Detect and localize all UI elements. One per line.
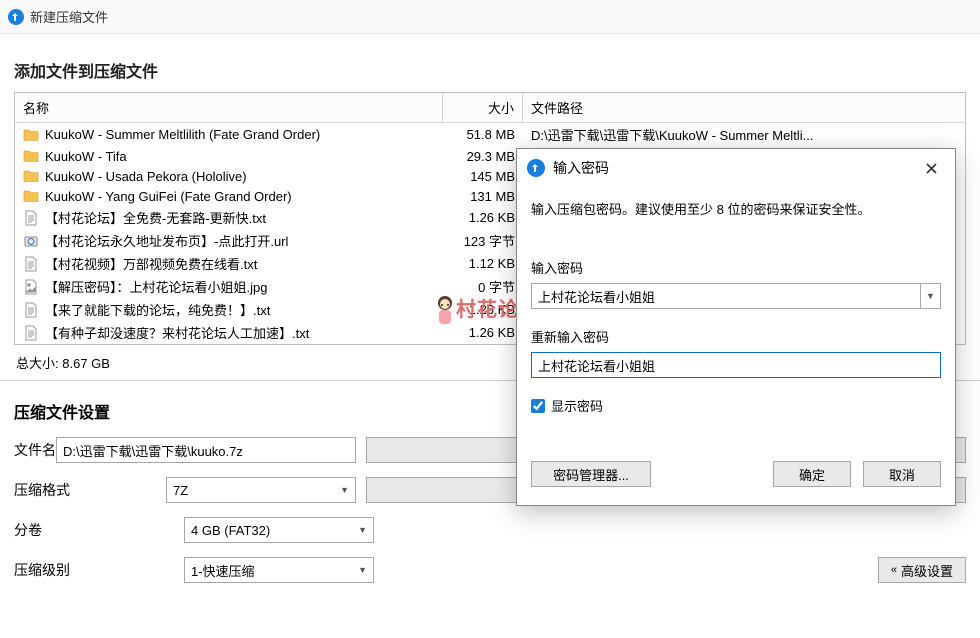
- col-path[interactable]: 文件路径: [523, 93, 965, 122]
- chevron-down-icon: ▼: [358, 565, 367, 575]
- col-name[interactable]: 名称: [15, 93, 443, 122]
- level-select[interactable]: 1-快速压缩 ▼: [184, 557, 374, 583]
- file-size: 131 MB: [443, 187, 523, 206]
- file-size: 1.26 KB: [443, 208, 523, 227]
- advanced-settings-button[interactable]: « 高级设置: [878, 557, 966, 583]
- show-password-input[interactable]: [531, 399, 545, 413]
- file-name: KuukoW - Yang GuiFei (Fate Grand Order): [45, 189, 292, 204]
- file-size: 145 MB: [443, 167, 523, 186]
- chevron-down-icon: ▼: [358, 525, 367, 535]
- volume-select[interactable]: 4 GB (FAT32) ▼: [184, 517, 374, 543]
- advanced-label: 高级设置: [901, 561, 953, 580]
- close-icon: [926, 163, 937, 174]
- total-value: 8.67 GB: [62, 356, 110, 371]
- file-name: 【来了就能下载的论坛，纯免费！】.txt: [45, 300, 270, 319]
- ok-button[interactable]: 确定: [773, 461, 851, 487]
- txt-icon: [23, 210, 39, 226]
- password-label: 输入密码: [531, 258, 941, 283]
- volume-label: 分卷: [14, 520, 184, 540]
- file-name: 【村花论坛永久地址发布页】-点此打开.url: [45, 231, 288, 250]
- filename-label: 文件名: [14, 440, 56, 460]
- confirm-password-input[interactable]: [531, 352, 941, 378]
- txt-icon: [23, 256, 39, 272]
- file-size: 123 字节: [443, 229, 523, 252]
- folder-icon: [23, 127, 39, 143]
- url-icon: [23, 233, 39, 249]
- password-dialog: 输入密码 输入压缩包密码。建议使用至少 8 位的密码来保证安全性。 输入密码 ▼…: [516, 148, 956, 506]
- file-name: 【村花论坛】全免费-无套路-更新快.txt: [45, 208, 266, 227]
- confirm-password-label: 重新输入密码: [531, 309, 941, 352]
- filename-input[interactable]: [56, 437, 356, 463]
- file-size: 29.3 MB: [443, 147, 523, 166]
- chevron-down-icon: ▼: [340, 485, 349, 495]
- arrow-left-icon: «: [891, 564, 897, 576]
- chevron-down-icon[interactable]: ▼: [920, 284, 940, 308]
- window-title: 新建压缩文件: [30, 7, 108, 26]
- level-value: 1-快速压缩: [191, 561, 255, 580]
- col-size[interactable]: 大小: [443, 93, 523, 122]
- level-label: 压缩级别: [14, 560, 184, 580]
- show-password-checkbox[interactable]: 显示密码: [531, 378, 941, 421]
- file-size: 0 字节: [443, 275, 523, 298]
- folder-icon: [23, 168, 39, 184]
- password-input-wrap: ▼: [531, 283, 941, 309]
- password-manager-button[interactable]: 密码管理器...: [531, 461, 651, 487]
- file-size: 1.26 KB: [443, 323, 523, 342]
- file-name: 【村花视频】万部视频免费在线看.txt: [45, 254, 257, 273]
- dialog-description: 输入压缩包密码。建议使用至少 8 位的密码来保证安全性。: [531, 195, 941, 258]
- file-size: 51.8 MB: [443, 125, 523, 144]
- total-label: 总大小:: [16, 356, 59, 371]
- txt-icon: [23, 325, 39, 341]
- file-path: D:\迅雷下载\迅雷下载\KuukoW - Summer Meltli...: [523, 123, 965, 146]
- file-name: KuukoW - Usada Pekora (Hololive): [45, 169, 247, 184]
- file-name: KuukoW - Tifa: [45, 149, 127, 164]
- app-icon: [527, 159, 545, 177]
- file-name: KuukoW - Summer Meltlilith (Fate Grand O…: [45, 127, 320, 142]
- cancel-button[interactable]: 取消: [863, 461, 941, 487]
- table-row[interactable]: KuukoW - Summer Meltlilith (Fate Grand O…: [15, 123, 965, 146]
- dialog-title: 输入密码: [553, 158, 917, 178]
- password-input[interactable]: [532, 284, 920, 308]
- close-button[interactable]: [917, 156, 945, 180]
- format-select[interactable]: 7Z ▼: [166, 477, 356, 503]
- file-size: 1.12 KB: [443, 254, 523, 273]
- txt-icon: [23, 302, 39, 318]
- folder-icon: [23, 188, 39, 204]
- table-header: 名称 大小 文件路径: [15, 93, 965, 123]
- volume-value: 4 GB (FAT32): [191, 523, 270, 538]
- file-name: 【有种子却没速度？来村花论坛人工加速】.txt: [45, 323, 309, 342]
- title-bar: 新建压缩文件: [0, 0, 980, 34]
- file-size: 1.26 KB: [443, 300, 523, 319]
- section-add-files: 添加文件到压缩文件: [14, 44, 966, 92]
- folder-icon: [23, 148, 39, 164]
- dialog-titlebar[interactable]: 输入密码: [517, 149, 955, 187]
- format-label: 压缩格式: [14, 480, 166, 500]
- app-icon: [8, 9, 24, 25]
- format-value: 7Z: [173, 483, 188, 498]
- show-password-label: 显示密码: [551, 396, 603, 415]
- jpg-icon: [23, 279, 39, 295]
- file-name: 【解压密码】：上村花论坛看小姐姐.jpg: [45, 277, 267, 296]
